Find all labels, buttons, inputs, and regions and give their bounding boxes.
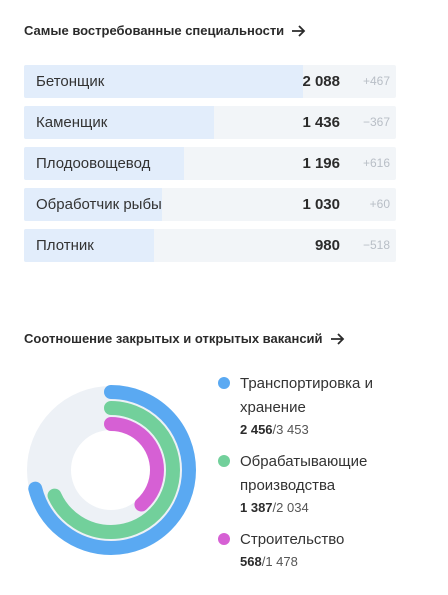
legend-name-line1: Строительство — [240, 531, 345, 548]
legend-total: 1 478 — [265, 554, 298, 569]
specialty-row[interactable]: Плодоовощевод 1 196 +616 — [24, 147, 396, 180]
specialty-value: 2 088 — [302, 73, 340, 90]
legend-name-line2: производства — [240, 477, 336, 494]
specialty-label: Каменщик — [36, 114, 108, 131]
legend-closed: 568 — [240, 554, 262, 569]
specialty-row[interactable]: Каменщик 1 436 −367 — [24, 106, 396, 139]
specialty-label: Плодоовощевод — [36, 155, 151, 172]
specialty-delta: −518 — [362, 238, 390, 252]
legend-numbers: 1 387/2 034 — [240, 498, 428, 518]
legend-item-construction[interactable]: Строительство 568/1 478 — [218, 528, 428, 572]
specialty-row[interactable]: Бетонщик 2 088 +467 — [24, 65, 396, 98]
legend-dot — [218, 455, 230, 467]
legend-item-transport[interactable]: Транспортировка и хранение 2 456/3 453 — [218, 372, 428, 440]
arrow-right-icon — [292, 24, 306, 37]
legend-numbers: 2 456/3 453 — [240, 420, 428, 440]
legend-name-line2: хранение — [240, 399, 306, 416]
specialty-label: Обработчик рыбы — [36, 196, 162, 213]
specialty-row[interactable]: Обработчик рыбы 1 030 +60 — [24, 188, 396, 221]
specialties-section-title[interactable]: Самые востребованные специальности — [24, 23, 306, 38]
specialty-delta: −367 — [362, 115, 390, 129]
specialties-list: Бетонщик 2 088 +467 Каменщик 1 436 −367 … — [24, 65, 396, 270]
legend-total: 2 034 — [276, 500, 309, 515]
vacancies-section-title[interactable]: Соотношение закрытых и открытых вакансий — [24, 331, 345, 346]
specialty-delta: +616 — [362, 156, 390, 170]
specialty-delta: +467 — [362, 74, 390, 88]
arrow-right-icon — [330, 332, 344, 345]
specialty-value: 980 — [314, 237, 340, 254]
legend-dot — [218, 377, 230, 389]
specialty-row[interactable]: Плотник 980 −518 — [24, 229, 396, 262]
specialty-label: Бетонщик — [36, 73, 105, 90]
specialty-label: Плотник — [36, 237, 94, 254]
specialty-delta: +60 — [369, 197, 390, 211]
legend-dot — [218, 533, 230, 545]
specialty-value: 1 196 — [302, 155, 340, 172]
legend-total: 3 453 — [276, 422, 309, 437]
vacancies-legend: Транспортировка и хранение 2 456/3 453 О… — [218, 372, 428, 582]
legend-name-line1: Транспортировка и — [240, 375, 373, 392]
legend-name-line1: Обрабатывающие — [240, 453, 368, 470]
specialty-value: 1 030 — [302, 196, 340, 213]
specialties-title-text: Самые востребованные специальности — [24, 23, 285, 38]
vacancies-title-text: Соотношение закрытых и открытых вакансий — [24, 331, 323, 346]
legend-numbers: 568/1 478 — [240, 552, 428, 572]
legend-closed: 2 456 — [240, 422, 273, 437]
legend-item-manufacturing[interactable]: Обрабатывающие производства 1 387/2 034 — [218, 450, 428, 518]
specialty-value: 1 436 — [302, 114, 340, 131]
vacancies-donut-chart — [26, 385, 196, 555]
legend-closed: 1 387 — [240, 500, 273, 515]
